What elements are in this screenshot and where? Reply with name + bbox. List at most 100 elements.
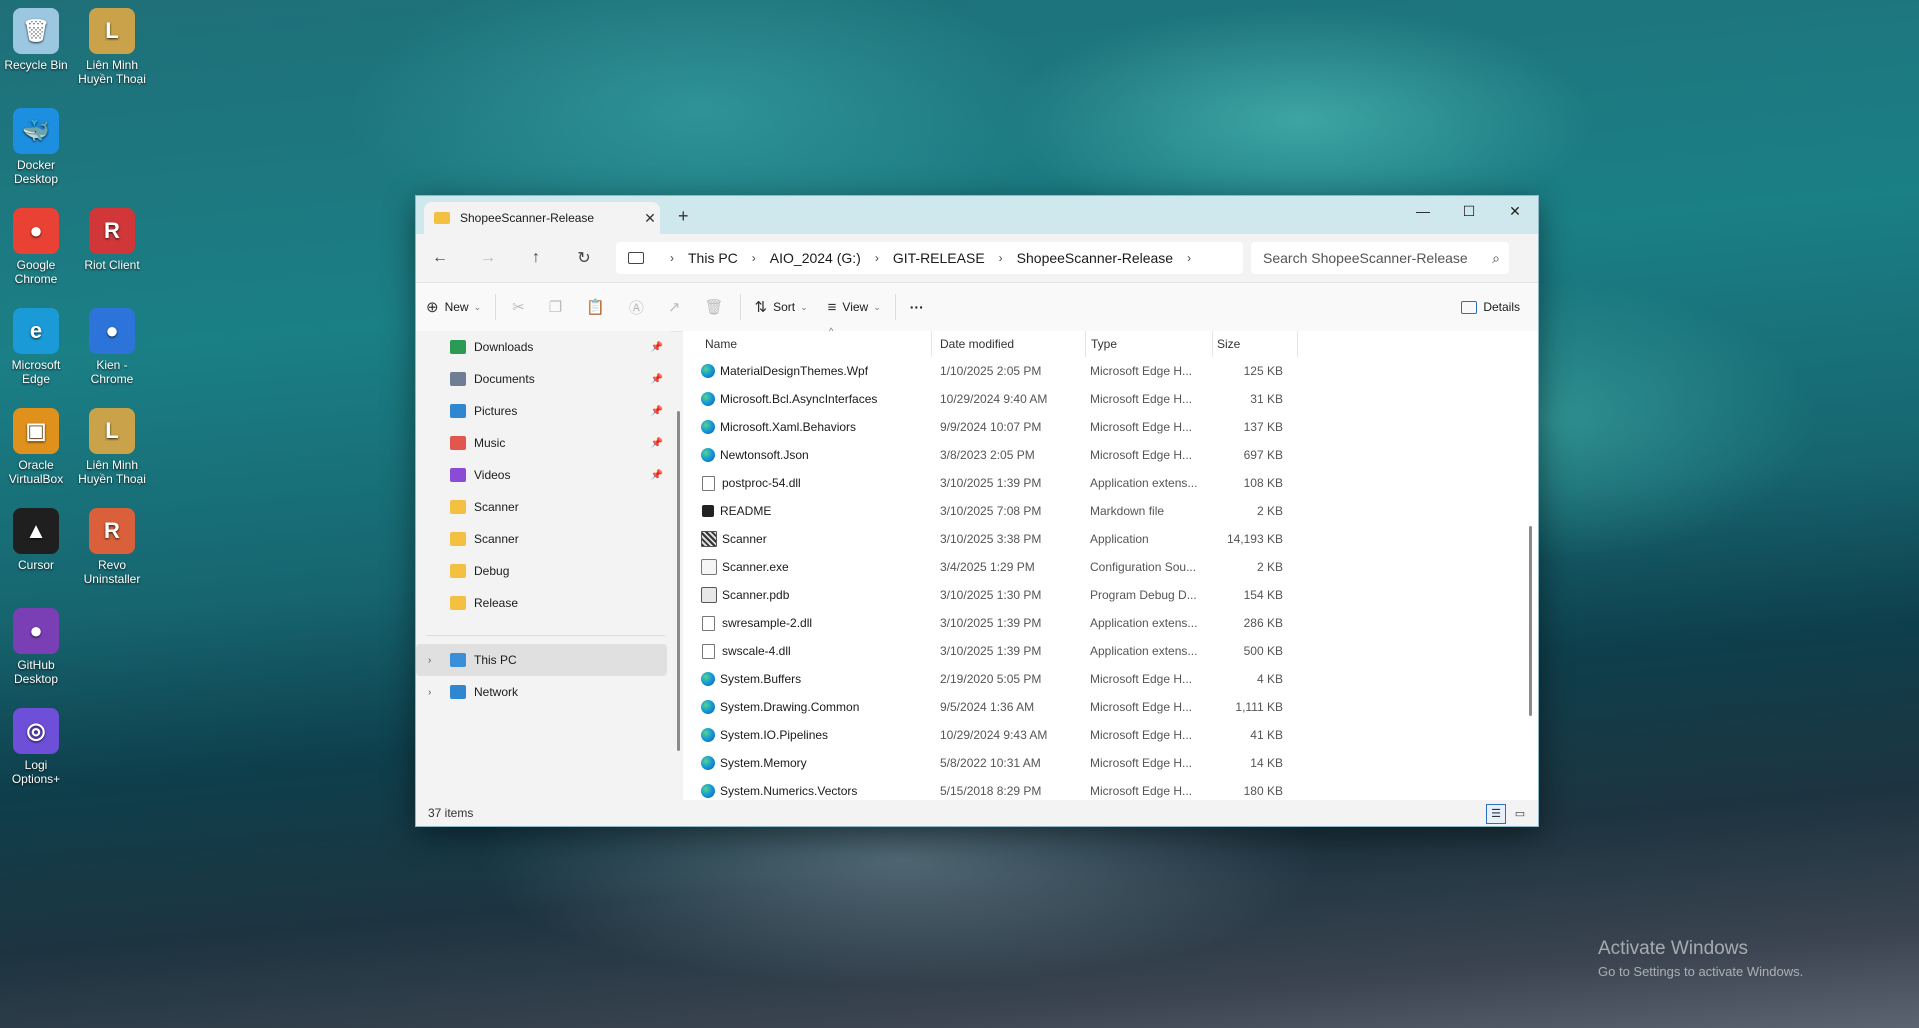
delete-button[interactable]: 🗑 (692, 290, 735, 324)
file-name-cell[interactable]: Scanner.exe (683, 559, 932, 575)
table-row[interactable]: postproc-54.dll 3/10/2025 1:39 PM Applicat… (683, 469, 1538, 497)
close-button[interactable]: ✕ (1492, 196, 1538, 226)
refresh-button[interactable]: ↻ (560, 248, 608, 268)
breadcrumb-drive[interactable]: AIO_2024 (G:) (770, 250, 861, 266)
copy-button[interactable]: ❐ (537, 290, 574, 324)
table-row[interactable]: README 3/10/2025 7:08 PM Markdown file 2 KB (683, 497, 1538, 525)
file-name-cell[interactable]: swresample-2.dll (683, 615, 932, 631)
table-row[interactable]: swscale-4.dll 3/10/2025 1:39 PM Applicatio… (683, 637, 1538, 665)
desktop-icon[interactable]: ▣ Oracle VirtualBox (0, 408, 72, 486)
table-row[interactable]: swresample-2.dll 3/10/2025 1:39 PM Applica… (683, 609, 1538, 637)
nav-scrollbar[interactable] (677, 411, 680, 751)
file-name-cell[interactable]: System.IO.Pipelines (683, 728, 932, 742)
chevron-right-icon[interactable]: › (670, 251, 674, 265)
sidebar-item[interactable]: Music 📌 (416, 427, 671, 459)
file-name-cell[interactable]: System.Memory (683, 756, 932, 770)
pin-icon[interactable]: 📌 (651, 374, 663, 385)
back-button[interactable]: ← (416, 249, 464, 267)
details-pane-button[interactable]: Details (1461, 300, 1520, 314)
file-name-cell[interactable]: README (683, 504, 932, 518)
pin-icon[interactable]: 📌 (651, 406, 663, 417)
desktop-icon[interactable]: 🐳 Docker Desktop (0, 108, 72, 186)
file-name-cell[interactable]: System.Numerics.Vectors (683, 784, 932, 798)
chevron-right-icon[interactable]: › (752, 251, 756, 265)
sort-button[interactable]: ⇅ Sort ⌄ (745, 290, 818, 324)
table-row[interactable]: Scanner 3/10/2025 3:38 PM Application 14,19… (683, 525, 1538, 553)
file-name-cell[interactable]: System.Buffers (683, 672, 932, 686)
table-row[interactable]: System.Memory 5/8/2022 10:31 AM Microsoft … (683, 749, 1538, 777)
desktop-icon[interactable]: L Liên Minh Huyền Thoại (76, 8, 148, 86)
table-row[interactable]: System.Buffers 2/19/2020 5:05 PM Microsoft… (683, 665, 1538, 693)
column-name[interactable]: Name (683, 331, 932, 357)
table-row[interactable]: Microsoft.Bcl.AsyncInterfaces 10/29/2024 … (683, 385, 1538, 413)
table-row[interactable]: Newtonsoft.Json 3/8/2023 2:05 PM Microsoft… (683, 441, 1538, 469)
tab-close-icon[interactable]: ✕ (640, 210, 660, 227)
file-name-cell[interactable]: Microsoft.Xaml.Behaviors (683, 420, 932, 434)
chevron-right-icon[interactable]: › (875, 251, 879, 265)
table-row[interactable]: System.Drawing.Common 9/5/2024 1:36 AM Mic… (683, 693, 1538, 721)
sidebar-item[interactable]: Debug (416, 555, 671, 587)
cut-button[interactable]: ✂ (500, 290, 537, 324)
chevron-right-icon[interactable]: › (1187, 251, 1191, 265)
share-button[interactable]: ↗ (656, 290, 693, 324)
file-name-cell[interactable]: swscale-4.dll (683, 643, 932, 659)
desktop-icon[interactable]: ● GitHub Desktop (0, 608, 72, 686)
column-type[interactable]: Type (1086, 331, 1213, 357)
desktop-icon[interactable]: ● Google Chrome (0, 208, 72, 286)
desktop-icon[interactable]: 🗑 Recycle Bin (0, 8, 72, 72)
chevron-right-icon[interactable]: › (428, 687, 431, 698)
column-size[interactable]: Size (1213, 331, 1298, 357)
desktop-icon[interactable]: ▲ Cursor (0, 508, 72, 572)
desktop-icon[interactable]: R Revo Uninstaller (76, 508, 148, 586)
file-name-cell[interactable]: postproc-54.dll (683, 475, 932, 491)
pin-icon[interactable]: 📌 (651, 438, 663, 449)
table-row[interactable]: System.IO.Pipelines 10/29/2024 9:43 AM Mic… (683, 721, 1538, 749)
breadcrumb-this-pc[interactable]: This PC (688, 250, 738, 266)
more-options-button[interactable]: ··· (900, 290, 934, 324)
column-date-modified[interactable]: Date modified (932, 331, 1086, 357)
title-bar[interactable]: ShopeeScanner-Release ✕ + — ☐ ✕ (416, 196, 1538, 234)
paste-button[interactable]: 📋 (574, 290, 617, 324)
sidebar-item[interactable]: Pictures 📌 (416, 395, 671, 427)
new-tab-button[interactable]: + (678, 206, 689, 227)
sidebar-item[interactable]: Downloads 📌 (416, 331, 671, 363)
pin-icon[interactable]: 📌 (651, 470, 663, 481)
desktop-icon[interactable]: e Microsoft Edge (0, 308, 72, 386)
view-button[interactable]: ≡ View ⌄ (818, 290, 891, 324)
table-row[interactable]: MaterialDesignThemes.Wpf 1/10/2025 2:05 P… (683, 357, 1538, 385)
sidebar-item[interactable]: Scanner (416, 523, 671, 555)
search-box[interactable]: Search ShopeeScanner-Release ⌕ (1251, 242, 1509, 274)
forward-button[interactable]: → (464, 249, 512, 267)
file-name-cell[interactable]: Newtonsoft.Json (683, 448, 932, 462)
table-row[interactable]: Microsoft.Xaml.Behaviors 9/9/2024 10:07 P… (683, 413, 1538, 441)
new-button[interactable]: ⊕ New ⌄ (416, 290, 491, 324)
details-view-button[interactable]: ☰ (1486, 804, 1506, 824)
desktop-icon[interactable]: ◎ Logi Options+ (0, 708, 72, 786)
desktop-icon[interactable]: R Riot Client (76, 208, 148, 272)
up-button[interactable]: ↑ (512, 249, 560, 267)
table-row[interactable]: Scanner.pdb 3/10/2025 1:30 PM Program Debu… (683, 581, 1538, 609)
desktop-icon[interactable]: ● Kien - Chrome (76, 308, 148, 386)
pin-icon[interactable]: 📌 (651, 342, 663, 353)
rename-button[interactable]: Ⓐ (617, 290, 656, 324)
breadcrumb-git-release[interactable]: GIT-RELEASE (893, 250, 985, 266)
tab-shopeescanner-release[interactable]: ShopeeScanner-Release ✕ (424, 202, 660, 234)
chevron-right-icon[interactable]: › (428, 655, 431, 666)
file-name-cell[interactable]: Scanner (683, 531, 932, 547)
sidebar-item[interactable]: Videos 📌 (416, 459, 671, 491)
breadcrumb-current-folder[interactable]: ShopeeScanner-Release (1017, 250, 1173, 266)
sidebar-item[interactable]: Release (416, 587, 671, 619)
table-row[interactable]: Scanner.exe 3/4/2025 1:29 PM Configuration… (683, 553, 1538, 581)
tiles-view-button[interactable]: ▭ (1510, 804, 1530, 824)
search-input[interactable]: Search ShopeeScanner-Release (1251, 250, 1483, 266)
minimize-button[interactable]: — (1400, 196, 1446, 226)
sidebar-item[interactable]: Scanner (416, 491, 671, 523)
desktop-icon[interactable]: L Liên Minh Huyền Thoại (76, 408, 148, 486)
sidebar-item[interactable]: Documents 📌 (416, 363, 671, 395)
sidebar-item-network[interactable]: › Network (416, 676, 671, 708)
maximize-button[interactable]: ☐ (1446, 196, 1492, 226)
file-name-cell[interactable]: Scanner.pdb (683, 587, 932, 603)
file-list-scrollbar[interactable] (1529, 526, 1532, 716)
breadcrumb[interactable]: › This PC › AIO_2024 (G:) › GIT-RELEASE … (616, 242, 1243, 274)
chevron-right-icon[interactable]: › (999, 251, 1003, 265)
